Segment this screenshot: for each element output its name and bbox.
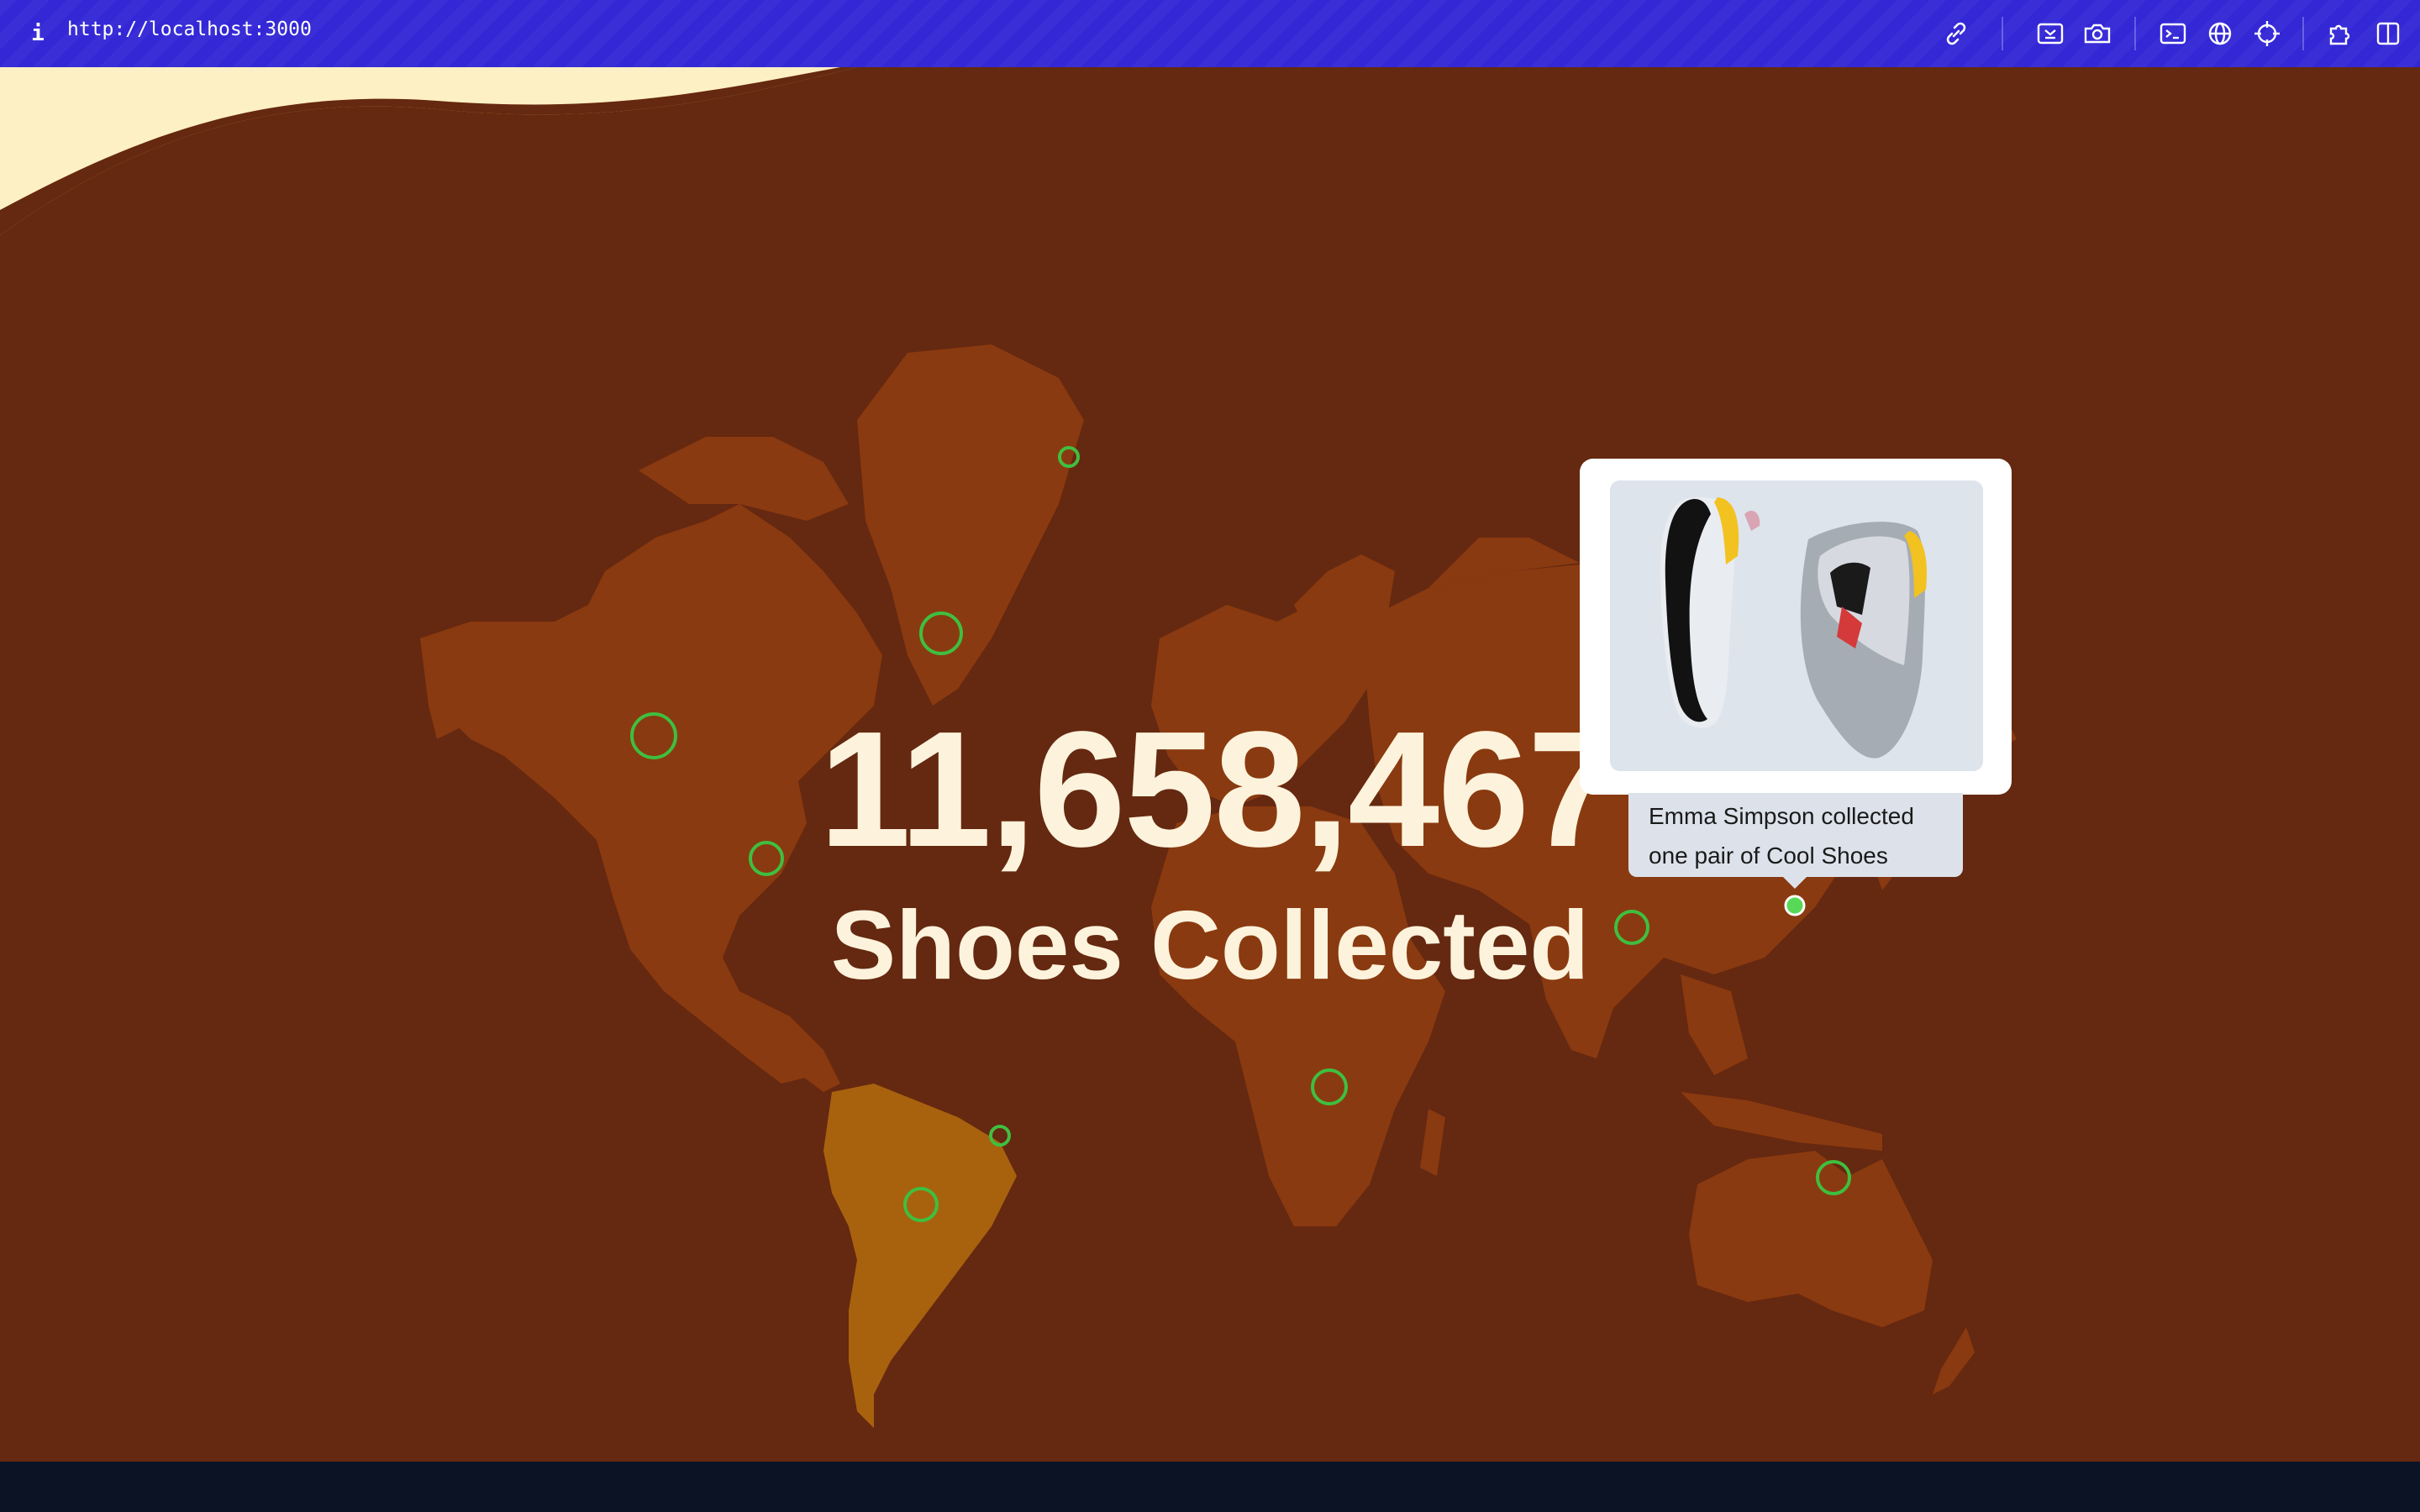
inspect-icon[interactable] — [2033, 17, 2067, 50]
active-map-marker — [1784, 895, 1806, 916]
sneaker-image — [1610, 480, 1983, 771]
bottom-bar — [0, 1462, 2420, 1512]
southeast-asia — [1681, 974, 1748, 1075]
address-bar-url[interactable]: http://localhost:3000 — [67, 18, 312, 49]
popup-pointer — [1783, 877, 1807, 889]
shoes-counter: 11,658,467 — [818, 697, 1619, 881]
info-icon[interactable]: i — [25, 18, 50, 49]
toolbar-divider — [2002, 17, 2003, 50]
decorative-wave-light — [0, 67, 840, 210]
new-zealand — [1933, 1327, 1975, 1394]
browser-toolbar: i http://localhost:3000 — [0, 0, 2420, 67]
map-marker — [989, 1125, 1011, 1147]
greenland — [857, 344, 1084, 706]
toolbar-divider — [2134, 17, 2136, 50]
counter-label: Shoes Collected — [830, 890, 1590, 1000]
madagascar — [1420, 1109, 1445, 1176]
extensions-icon[interactable] — [2324, 17, 2358, 50]
terminal-icon[interactable] — [2156, 17, 2190, 50]
camera-icon[interactable] — [2081, 17, 2114, 50]
australia — [1689, 1151, 1933, 1327]
sidebar-icon[interactable] — [2371, 17, 2405, 50]
link-icon[interactable] — [1939, 17, 1973, 50]
world-map-stage: 11,658,467 Shoes Collected — [0, 67, 2420, 1462]
collection-popup-card — [1580, 459, 2012, 795]
indonesia — [1681, 1092, 1882, 1151]
south-america — [823, 1084, 1017, 1428]
toolbar-divider — [2302, 17, 2304, 50]
globe-icon[interactable] — [2203, 17, 2237, 50]
collection-popup-message: Emma Simpson collected one pair of Cool … — [1628, 793, 1963, 877]
crosshair-icon[interactable] — [2250, 17, 2284, 50]
